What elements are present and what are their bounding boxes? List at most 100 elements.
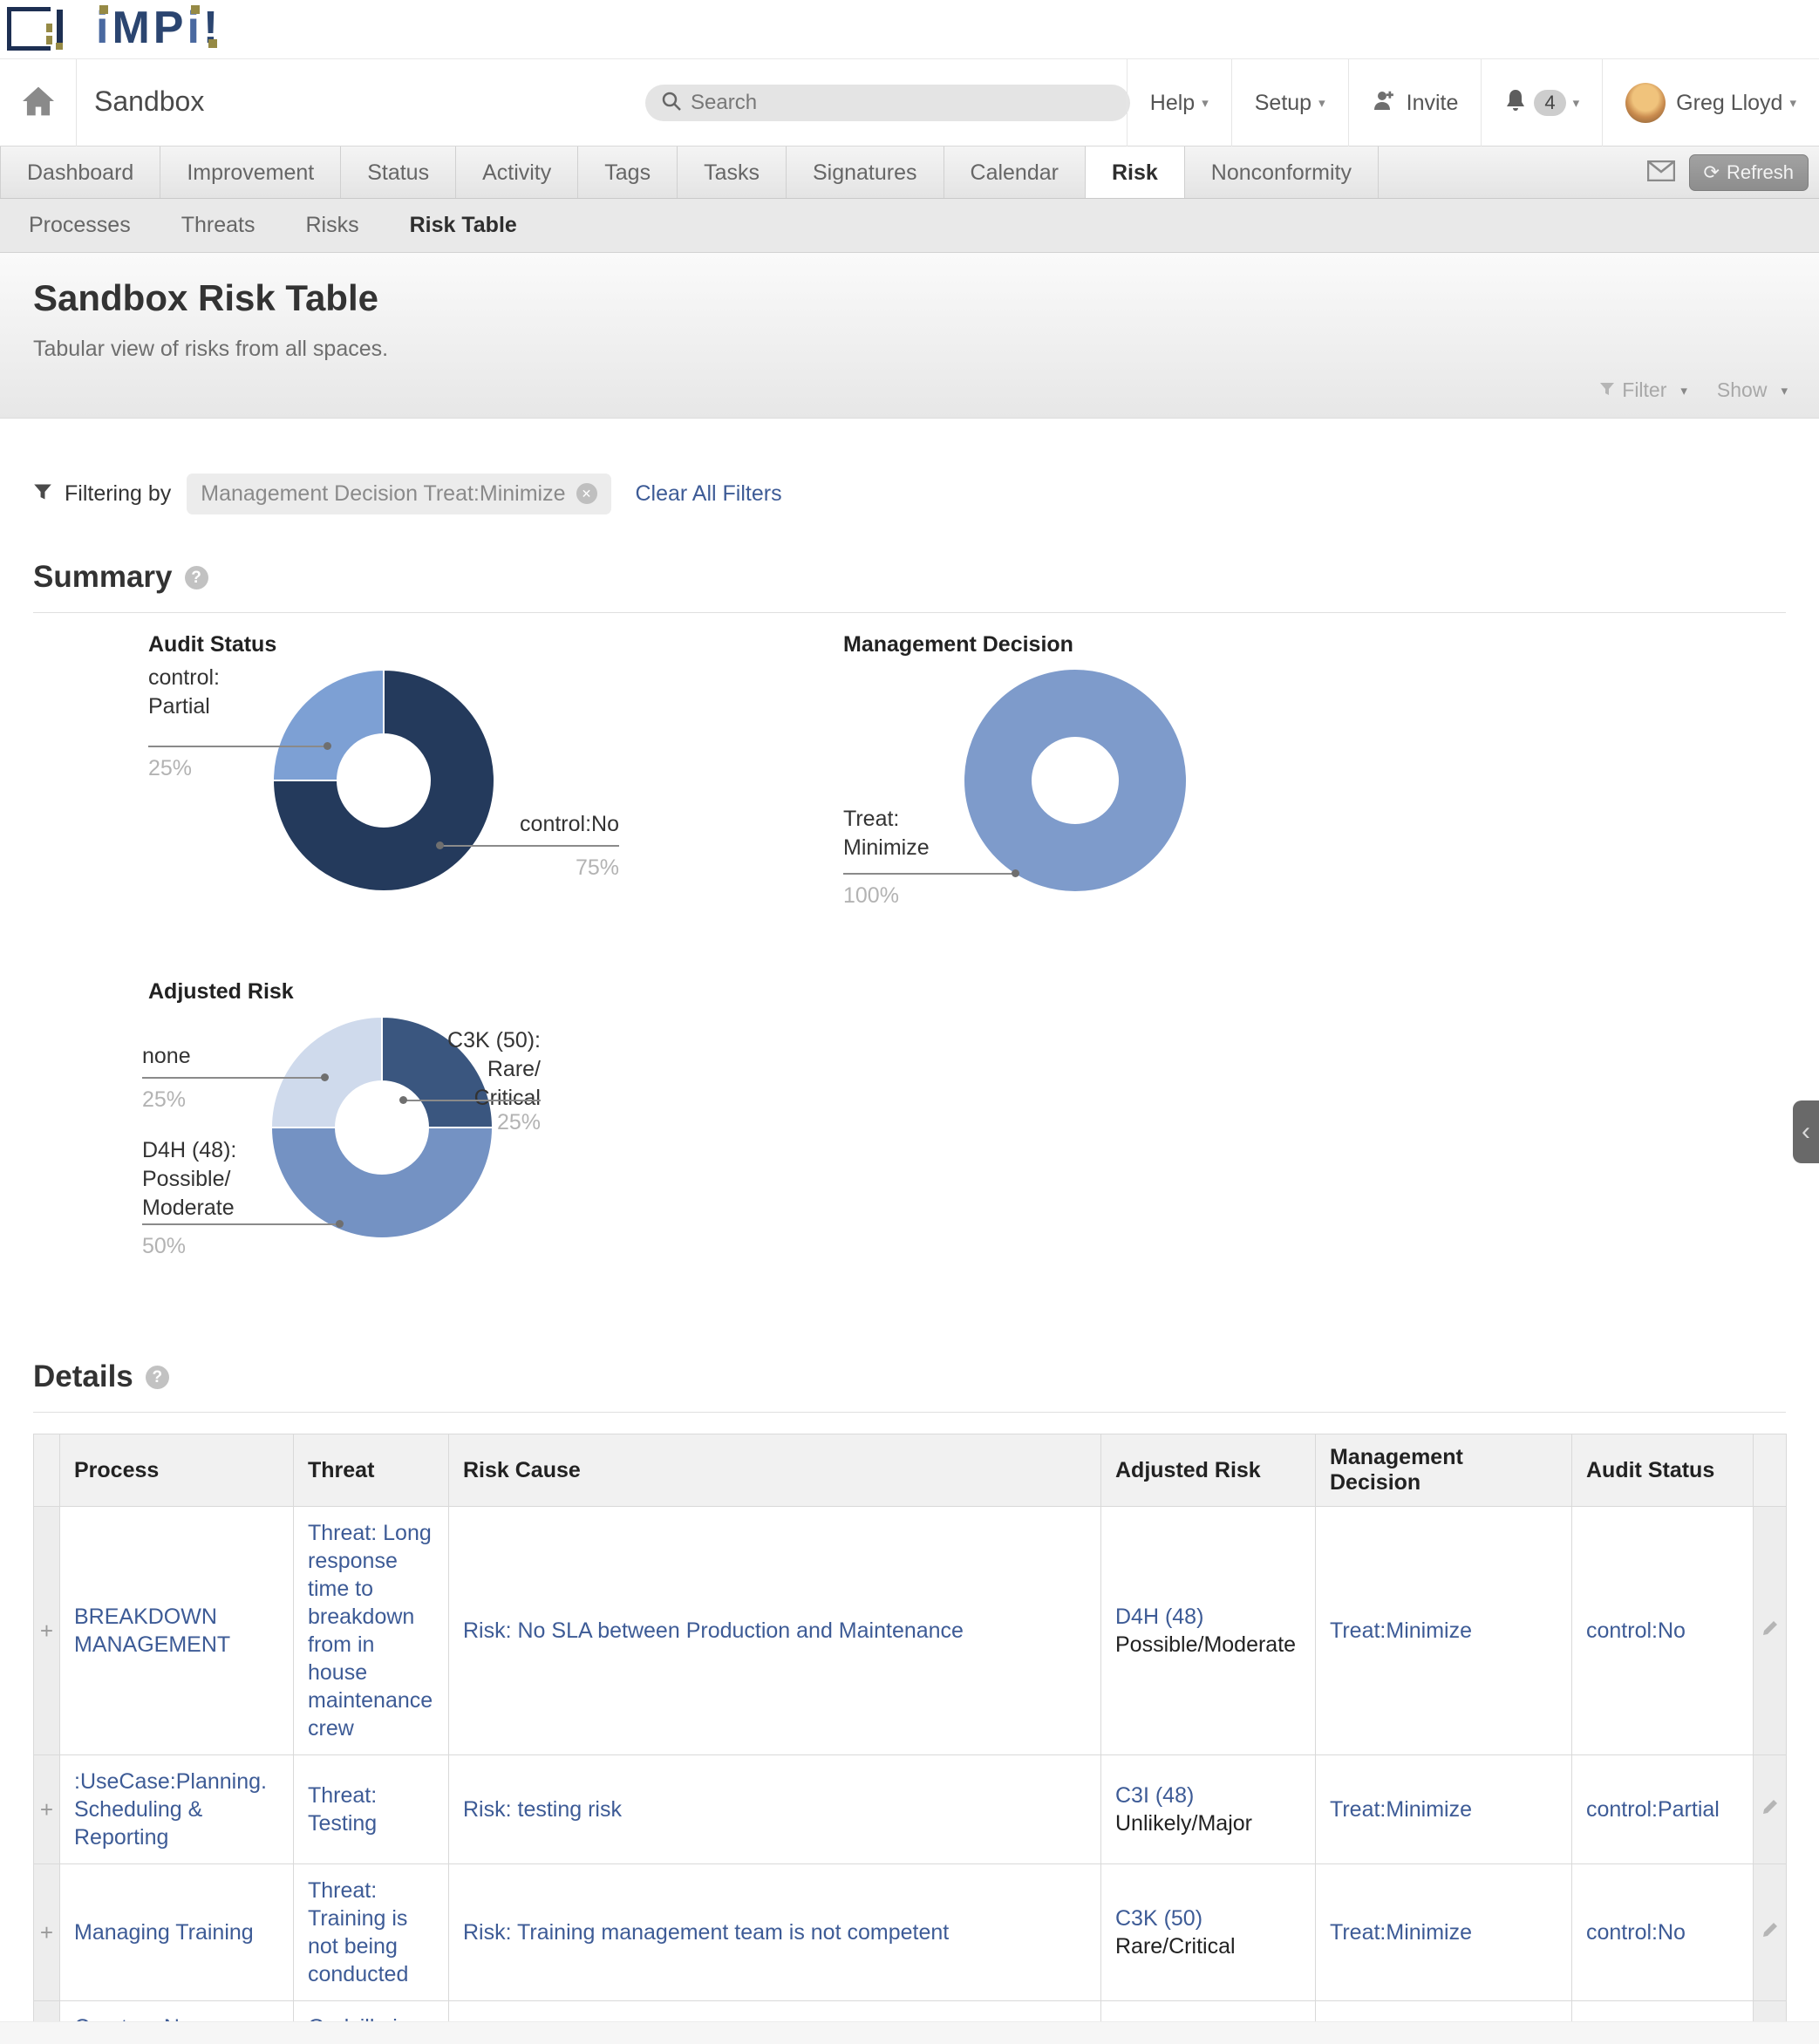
risk-cause-link[interactable]: Risk: testing risk (463, 1797, 622, 1822)
subnav-threats[interactable]: Threats (181, 213, 255, 238)
setup-label: Setup (1255, 91, 1311, 116)
leader-line (843, 873, 1016, 875)
subnav-processes[interactable]: Processes (29, 213, 131, 238)
chevron-down-icon: ▾ (1573, 95, 1580, 111)
home-button[interactable] (0, 59, 77, 146)
help-icon[interactable]: ? (146, 1366, 169, 1389)
process-link[interactable]: :UseCase:Planning. Scheduling & Reportin… (74, 1769, 267, 1850)
subnav-risk-table[interactable]: Risk Table (410, 213, 517, 238)
refresh-button[interactable]: ⟳ Refresh (1689, 154, 1809, 191)
risk-cause-link[interactable]: Risk: Training management team is not co… (463, 1920, 949, 1945)
subnav-risks[interactable]: Risks (305, 213, 358, 238)
filter-chip[interactable]: Management Decision Treat:Minimize ✕ (187, 474, 610, 514)
donut-slice[interactable] (998, 704, 1153, 858)
table-row: + Managing Training Threat: Training is … (34, 1864, 1787, 2001)
tab-status[interactable]: Status (341, 146, 456, 198)
management-decision-link[interactable]: Treat:Minimize (1330, 1618, 1472, 1643)
process-link[interactable]: Managing Training (74, 1920, 254, 1945)
footer-band (0, 2021, 1819, 2044)
setup-menu[interactable]: Setup ▾ (1231, 59, 1348, 146)
clear-all-filters-link[interactable]: Clear All Filters (636, 481, 782, 507)
table-row: + :UseCase:Planning. Scheduling & Report… (34, 1755, 1787, 1864)
audit-status-link[interactable]: control:Partial (1586, 1797, 1720, 1822)
leader-line (403, 1100, 541, 1101)
tab-activity[interactable]: Activity (456, 146, 578, 198)
tab-improvement[interactable]: Improvement (160, 146, 341, 198)
column-header-threat: Threat (294, 1434, 449, 1507)
expand-row-button[interactable]: + (40, 1796, 53, 1823)
details-heading: Details (33, 1359, 133, 1394)
remove-filter-icon[interactable]: ✕ (576, 483, 597, 504)
edit-column-header (1754, 1434, 1787, 1507)
threat-link[interactable]: Threat: Long response time to breakdown … (308, 1521, 433, 1741)
help-label: Help (1150, 91, 1195, 116)
filtering-by-label: Filtering by (65, 481, 171, 507)
summary-section-header: Summary ? (33, 560, 1819, 595)
expand-row-button[interactable]: + (40, 1919, 53, 1945)
edit-icon[interactable] (1761, 1797, 1780, 1823)
envelope-icon[interactable] (1647, 160, 1675, 186)
slice-label: D4H (48): Possible/ Moderate (142, 1136, 236, 1223)
invite-user-icon (1372, 89, 1398, 118)
management-decision-link[interactable]: Treat:Minimize (1330, 1797, 1472, 1822)
filter-label: Filter (1622, 378, 1666, 402)
active-filter-bar: Filtering by Management Decision Treat:M… (33, 473, 1819, 514)
risk-details-table: Process Threat Risk Cause Adjusted Risk … (33, 1434, 1787, 2044)
space-title: Sandbox (94, 85, 204, 118)
expand-row-button[interactable]: + (40, 1618, 53, 1644)
help-icon[interactable]: ? (185, 566, 208, 589)
edit-icon[interactable] (1761, 1618, 1780, 1644)
filter-chip-label: Management Decision Treat:Minimize (201, 481, 565, 507)
donut-slice[interactable] (273, 670, 384, 780)
home-icon (21, 85, 56, 121)
management-decision-link[interactable]: Treat:Minimize (1330, 1920, 1472, 1945)
audit-status-donut-chart[interactable] (270, 667, 497, 894)
user-name: Greg Lloyd (1676, 91, 1782, 116)
notification-count-badge: 4 (1534, 90, 1565, 116)
show-control[interactable]: Show ▾ (1717, 378, 1788, 402)
threat-link[interactable]: Threat: Training is not being conducted (308, 1878, 408, 1986)
invite-button[interactable]: Invite (1348, 59, 1482, 146)
logo-char: i (96, 3, 112, 53)
slice-percent: 25% (375, 1110, 541, 1135)
tab-signatures[interactable]: Signatures (787, 146, 944, 198)
risk-cause-link[interactable]: Risk: No SLA between Production and Main… (463, 1618, 964, 1643)
expand-column-header (34, 1434, 60, 1507)
search-icon (661, 91, 682, 116)
tab-calendar[interactable]: Calendar (944, 146, 1086, 198)
process-link[interactable]: BREAKDOWN MANAGEMENT (74, 1605, 230, 1657)
management-decision-donut-chart[interactable] (962, 667, 1189, 894)
tab-nonconformity[interactable]: Nonconformity (1185, 146, 1379, 198)
donut-slice[interactable] (271, 1128, 493, 1238)
filter-control[interactable]: Filter ▾ (1599, 378, 1687, 402)
threat-link[interactable]: Threat: Testing (308, 1783, 377, 1836)
funnel-icon (1599, 378, 1615, 402)
side-panel-toggle[interactable]: ‹ (1793, 1100, 1819, 1163)
audit-status-link[interactable]: control:No (1586, 1618, 1686, 1643)
help-menu[interactable]: Help ▾ (1127, 59, 1231, 146)
app-header: Sandbox Search Help ▾ Setup ▾ Invite 4 ▾ (0, 59, 1819, 146)
brand-logo-text: iMPi! (96, 2, 221, 54)
tab-tags[interactable]: Tags (578, 146, 678, 198)
notifications-menu[interactable]: 4 ▾ (1481, 59, 1602, 146)
logo-char: M (112, 3, 153, 53)
logo-bar: iMPi! (0, 0, 1819, 59)
adjusted-risk-code[interactable]: C3I (48) (1115, 1782, 1301, 1809)
details-section-header: Details ? (33, 1359, 1819, 1394)
divider (33, 1412, 1786, 1413)
user-menu[interactable]: Greg Lloyd ▾ (1602, 59, 1819, 146)
page-subtitle: Tabular view of risks from all spaces. (33, 337, 388, 362)
edit-icon[interactable] (1761, 1920, 1780, 1945)
adjusted-risk-code[interactable]: D4H (48) (1115, 1603, 1301, 1631)
search-input[interactable]: Search (645, 85, 1130, 121)
audit-status-link[interactable]: control:No (1586, 1920, 1686, 1945)
slice-label: control: Partial (148, 664, 220, 721)
tab-risk[interactable]: Risk (1086, 146, 1185, 198)
adjusted-risk-code[interactable]: C3K (50) (1115, 1904, 1301, 1932)
tab-tasks[interactable]: Tasks (678, 146, 787, 198)
chevron-down-icon: ▾ (1781, 383, 1788, 399)
donut-slice[interactable] (271, 1017, 382, 1128)
logo-char: i (187, 3, 202, 53)
adjusted-risk-severity: Rare/Critical (1115, 1932, 1301, 1960)
tab-dashboard[interactable]: Dashboard (0, 146, 160, 198)
